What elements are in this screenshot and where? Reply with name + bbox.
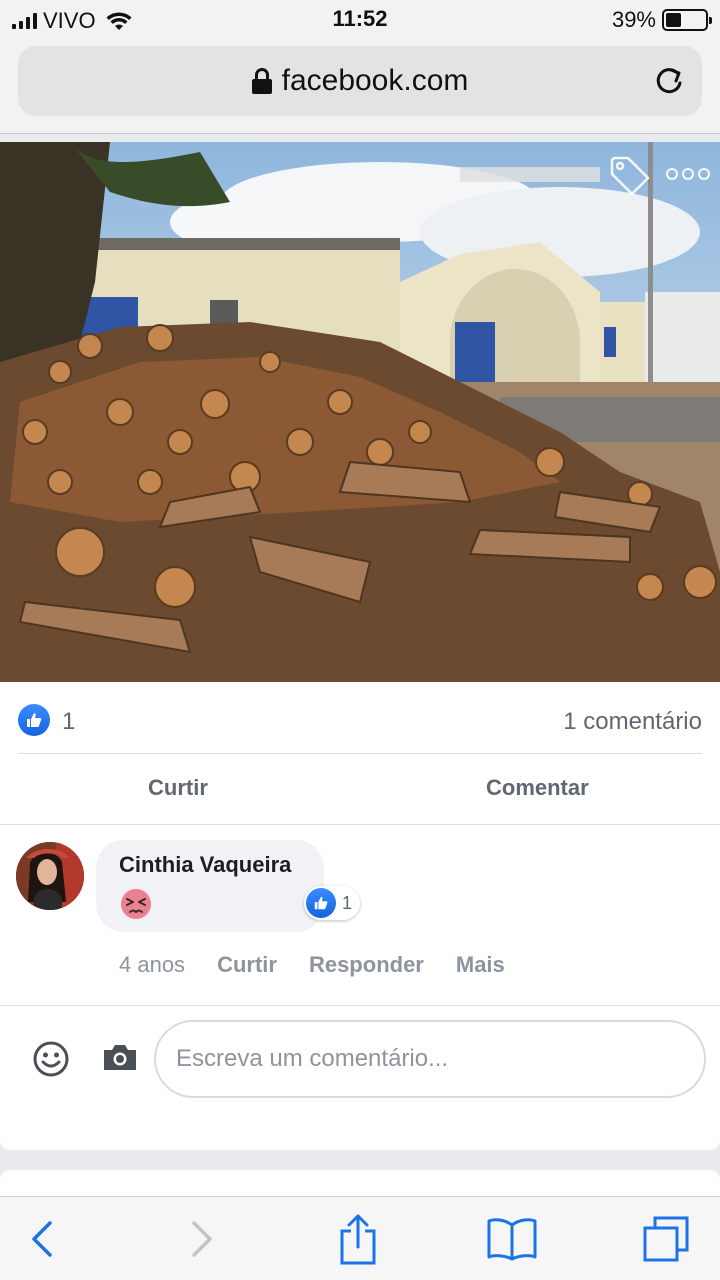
comment-composer <box>0 1006 720 1150</box>
post-photo[interactable] <box>0 142 720 682</box>
reaction-summary: 1 1 comentário <box>18 702 702 754</box>
back-button[interactable] <box>12 1211 72 1267</box>
forward-chevron-icon <box>192 1221 212 1257</box>
comment-reply-link[interactable]: Responder <box>309 952 424 978</box>
post-card: 1 1 comentário Curtir Comentar Cinthia V… <box>0 142 720 1150</box>
url-display[interactable]: facebook.com <box>18 64 702 98</box>
comment-reaction-badge[interactable]: 1 <box>304 886 361 920</box>
post-actions: Curtir Comentar <box>0 755 720 825</box>
like-button[interactable]: Curtir <box>148 775 208 801</box>
tired-face-emoji-icon <box>121 889 151 919</box>
browser-toolbar <box>0 1196 720 1280</box>
comment-bubble[interactable]: Cinthia Vaqueira 1 <box>96 840 361 932</box>
reload-icon[interactable] <box>652 64 686 98</box>
reaction-count[interactable]: 1 <box>62 708 75 736</box>
comment-meta: 4 anos Curtir Responder Mais <box>119 952 537 978</box>
more-options-icon[interactable] <box>666 162 710 186</box>
tabs-button[interactable] <box>636 1211 696 1267</box>
lock-icon <box>251 68 272 94</box>
smiley-icon[interactable] <box>32 1040 70 1078</box>
bookmarks-icon <box>487 1218 537 1261</box>
tag-icon[interactable] <box>608 154 650 196</box>
like-reaction-icon[interactable] <box>18 704 50 736</box>
photo-cut-logs-school <box>0 142 720 682</box>
like-reaction-icon <box>306 888 336 918</box>
comment-author[interactable]: Cinthia Vaqueira <box>119 852 291 878</box>
share-icon <box>340 1214 376 1265</box>
avatar[interactable] <box>16 842 84 910</box>
comment-button[interactable]: Comentar <box>486 775 589 801</box>
comment-time[interactable]: 4 anos <box>119 952 185 978</box>
status-bar: VIVO 11:52 39% <box>0 0 720 40</box>
url-text[interactable]: facebook.com <box>282 64 469 98</box>
comment-input[interactable] <box>154 1020 706 1098</box>
comment-more-link[interactable]: Mais <box>456 952 505 978</box>
comment-like-link[interactable]: Curtir <box>217 952 277 978</box>
back-chevron-icon <box>32 1221 52 1257</box>
camera-icon[interactable] <box>102 1042 138 1072</box>
status-right: 39% <box>611 7 712 33</box>
address-bar[interactable]: facebook.com <box>18 46 702 116</box>
comment-reaction-count: 1 <box>342 892 353 913</box>
comment-count[interactable]: 1 comentário <box>563 708 702 736</box>
share-button[interactable] <box>328 1211 388 1267</box>
comment-item: Cinthia Vaqueira 1 4 anos Curtir Respond… <box>0 826 720 1006</box>
forward-button[interactable] <box>172 1211 232 1267</box>
browser-chrome: facebook.com <box>0 40 720 134</box>
bookmarks-button[interactable] <box>482 1211 542 1267</box>
battery-fill <box>666 13 681 27</box>
battery-icon <box>662 9 712 31</box>
battery-percent: 39% <box>611 7 656 32</box>
tabs-icon <box>643 1216 689 1262</box>
